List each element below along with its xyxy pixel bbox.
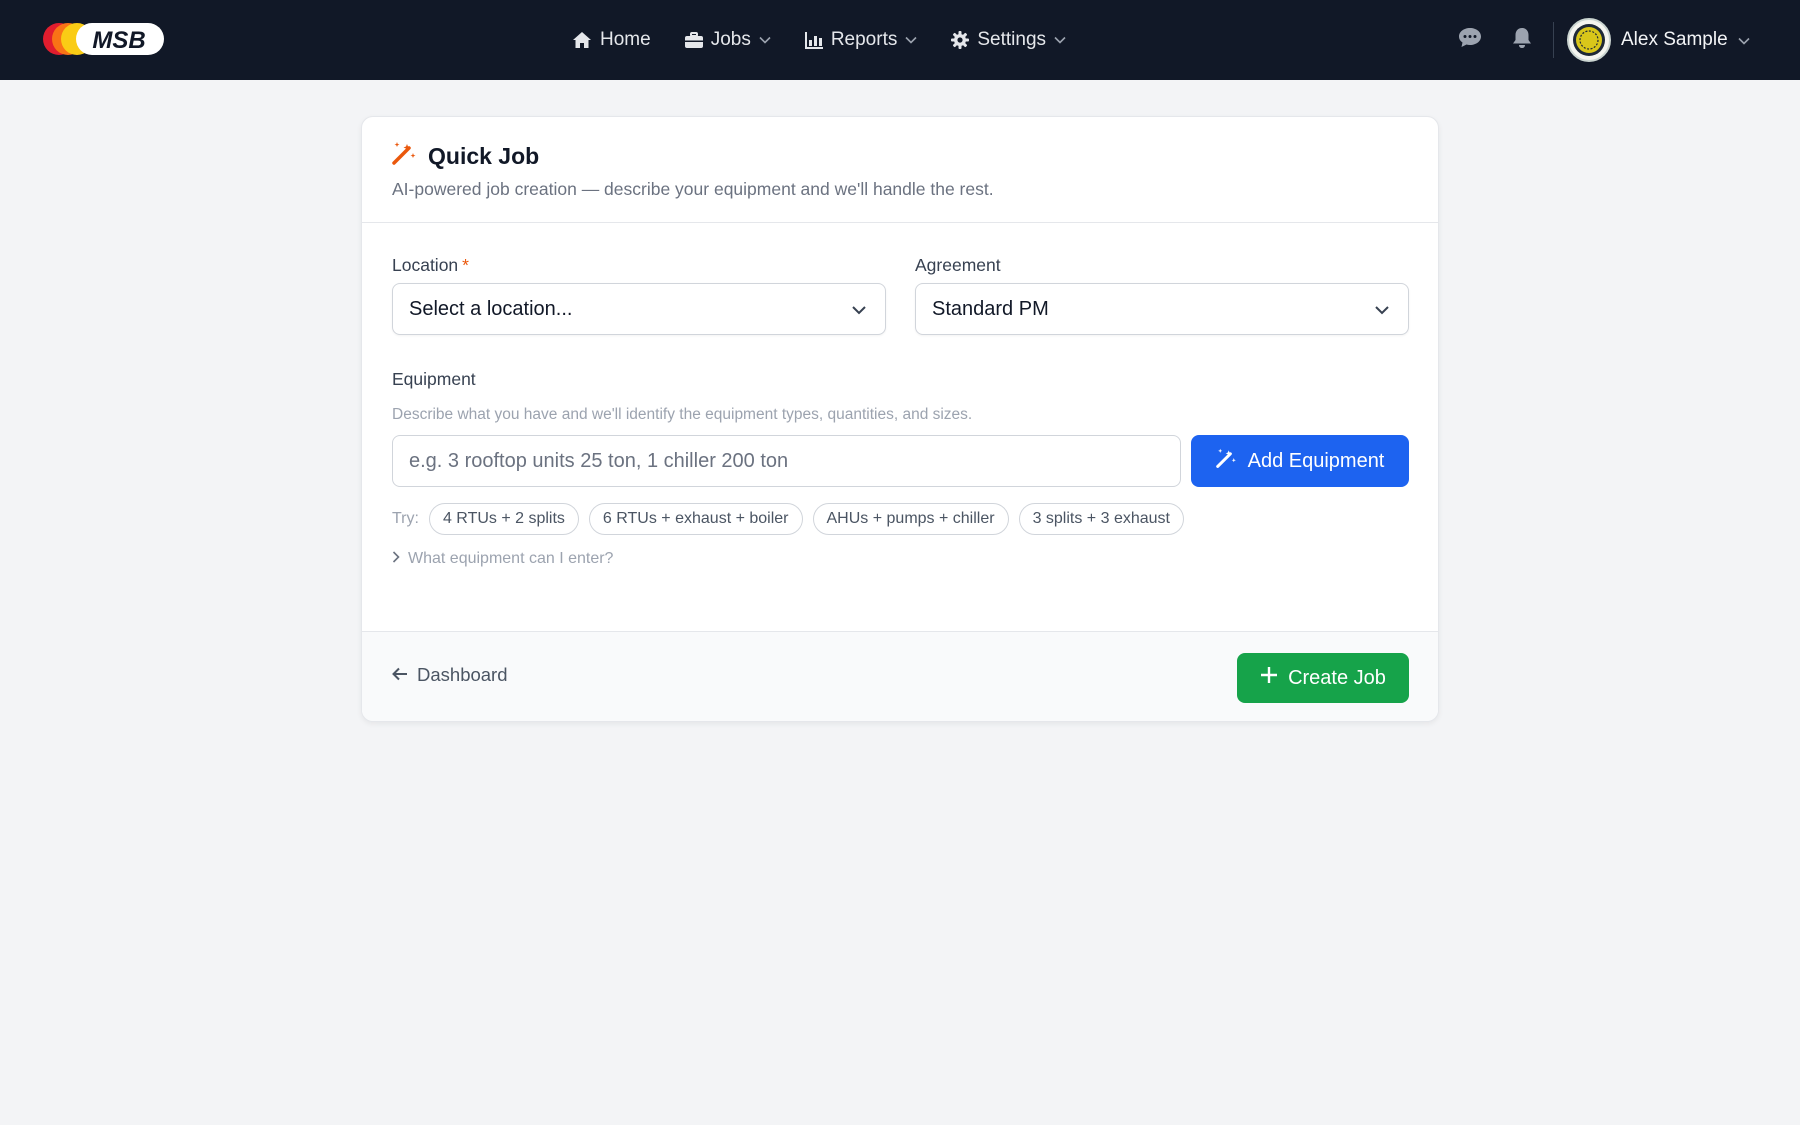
magic-wand-icon xyxy=(1215,447,1238,475)
equipment-help-text: Describe what you have and we'll identif… xyxy=(392,406,973,423)
nav-item-settings[interactable]: Settings xyxy=(951,29,1066,51)
chevron-down-icon xyxy=(851,301,867,324)
suggestion-row: Try: 4 RTUs + 2 splits 6 RTUs + exhaust … xyxy=(392,503,1184,535)
agreement-label: Agreement xyxy=(915,255,1001,275)
brand-logo[interactable]: MSB xyxy=(42,22,166,56)
equipment-input[interactable] xyxy=(392,435,1181,487)
chevron-down-icon xyxy=(905,36,917,44)
user-menu[interactable]: Alex Sample xyxy=(1567,18,1750,62)
magic-wand-icon xyxy=(392,141,418,171)
chevron-right-icon xyxy=(392,550,400,568)
agreement-select-value: Standard PM xyxy=(932,297,1049,320)
avatar xyxy=(1567,18,1611,62)
location-label-text: Location xyxy=(392,255,459,275)
page-title: Quick Job xyxy=(392,141,539,171)
disclosure-label: What equipment can I enter? xyxy=(408,550,614,567)
nav-item-reports[interactable]: Reports xyxy=(804,29,918,51)
create-job-button[interactable]: Create Job xyxy=(1237,653,1409,703)
nav-item-label: Settings xyxy=(977,29,1047,50)
nav-item-jobs[interactable]: Jobs xyxy=(684,29,771,51)
equipment-label: Equipment xyxy=(392,369,476,389)
chevron-down-icon xyxy=(1738,29,1750,51)
chevron-down-icon xyxy=(1374,301,1390,324)
bar-chart-icon xyxy=(804,31,823,49)
try-label: Try: xyxy=(392,510,419,527)
chevron-down-icon xyxy=(1054,36,1066,44)
card-header: Quick Job AI-powered job creation — desc… xyxy=(362,117,1438,223)
location-label: Location * xyxy=(392,255,469,276)
add-equipment-button[interactable]: Add Equipment xyxy=(1191,435,1409,487)
nav-item-label: Home xyxy=(600,29,651,50)
suggestion-chip[interactable]: 4 RTUs + 2 splits xyxy=(428,503,579,535)
bell-icon xyxy=(1512,27,1532,54)
notifications-button[interactable] xyxy=(1509,27,1535,53)
briefcase-icon xyxy=(684,31,703,49)
user-name: Alex Sample xyxy=(1621,29,1728,50)
suggestion-chip[interactable]: 6 RTUs + exhaust + boiler xyxy=(588,503,803,535)
nav-item-label: Reports xyxy=(830,29,898,50)
arrow-left-icon xyxy=(392,664,408,686)
back-link-label: Dashboard xyxy=(417,664,508,685)
agreement-select[interactable]: Standard PM xyxy=(915,283,1409,335)
card-subtitle: AI-powered job creation — describe your … xyxy=(392,179,994,199)
main-nav: Home Jobs Reports Settings xyxy=(572,0,1066,80)
messages-button[interactable] xyxy=(1457,27,1483,53)
location-select[interactable]: Select a location... xyxy=(392,283,886,335)
card-title-text: Quick Job xyxy=(428,142,540,169)
quick-job-card: Quick Job AI-powered job creation — desc… xyxy=(361,116,1439,722)
chat-icon xyxy=(1458,27,1482,54)
location-select-value: Select a location... xyxy=(409,297,573,320)
home-icon xyxy=(572,31,592,49)
nav-item-label: Jobs xyxy=(710,29,751,50)
back-to-dashboard-link[interactable]: Dashboard xyxy=(392,664,508,686)
nav-item-home[interactable]: Home xyxy=(572,29,651,51)
equipment-help-disclosure[interactable]: What equipment can I enter? xyxy=(392,550,613,568)
create-job-label: Create Job xyxy=(1288,666,1386,689)
chevron-down-icon xyxy=(759,36,771,44)
svg-text:MSB: MSB xyxy=(92,27,145,54)
suggestion-chip[interactable]: AHUs + pumps + chiller xyxy=(812,503,1009,535)
card-footer: Dashboard Create Job xyxy=(362,631,1438,721)
top-navbar: MSB Home Jobs Reports Settings Alex Samp… xyxy=(0,0,1800,80)
plus-icon xyxy=(1260,666,1278,690)
gear-icon xyxy=(951,31,970,49)
suggestion-chip[interactable]: 3 splits + 3 exhaust xyxy=(1018,503,1184,535)
required-marker: * xyxy=(462,255,469,275)
nav-divider xyxy=(1553,22,1554,58)
add-equipment-label: Add Equipment xyxy=(1247,449,1385,472)
